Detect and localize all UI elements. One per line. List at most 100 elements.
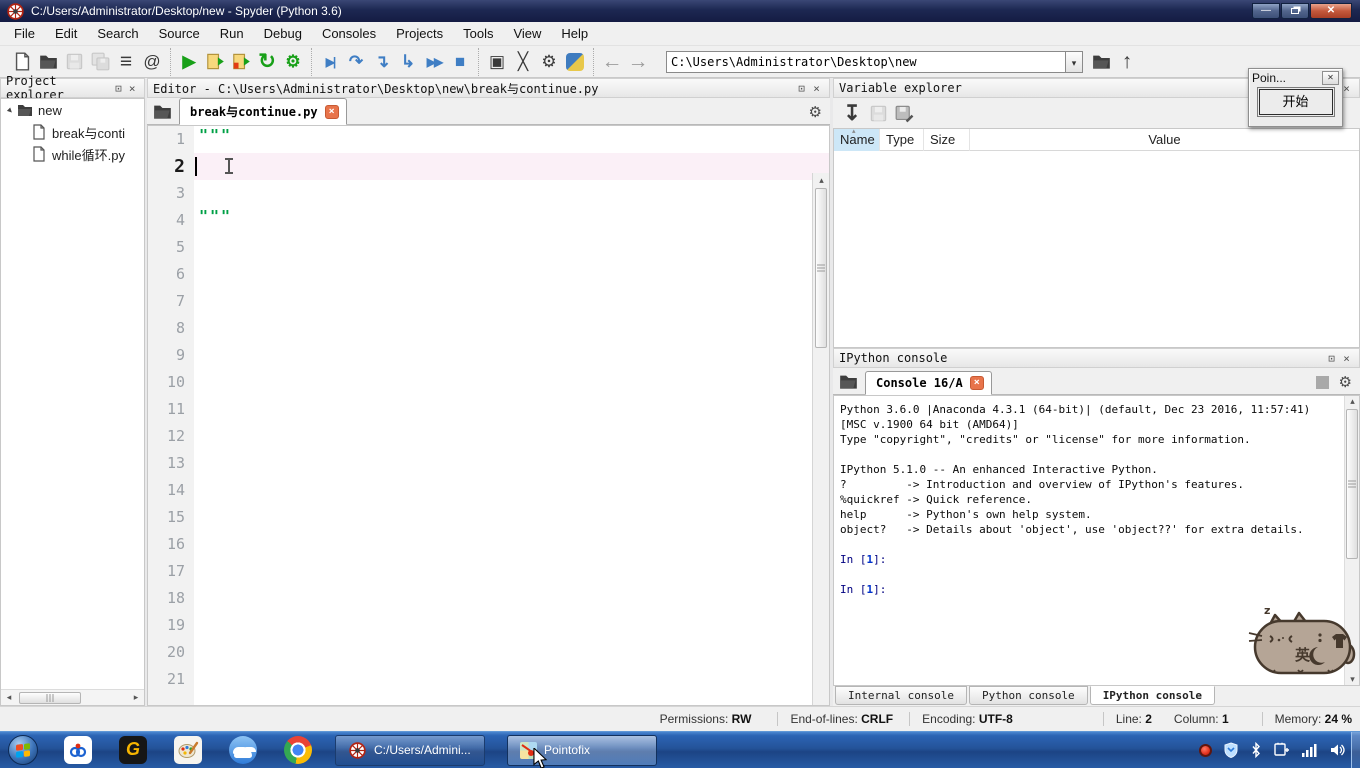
step-button[interactable]: ↷ (343, 49, 369, 75)
code-line[interactable] (194, 504, 829, 531)
forward-button[interactable]: → (625, 49, 651, 75)
bluetooth-tray-icon[interactable] (1250, 742, 1262, 758)
editor-tab[interactable]: break与continue.py × (179, 98, 347, 125)
editor-vertical-scrollbar[interactable]: ▴ (812, 173, 829, 705)
line-number[interactable]: 3 (148, 180, 194, 207)
tab-ipython-console[interactable]: IPython console (1089, 686, 1216, 705)
signal-strength-tray-icon[interactable] (1301, 742, 1318, 758)
run-configuration-button[interactable]: ⚙ (280, 49, 306, 75)
network-tray-icon[interactable] (1273, 742, 1290, 758)
line-number[interactable]: 10 (148, 369, 194, 396)
run-cell-advance-button[interactable] (228, 49, 254, 75)
column-header-type[interactable]: Type (880, 128, 924, 151)
menu-file[interactable]: File (4, 24, 45, 43)
float-pane-icon[interactable]: ⊡ (1324, 352, 1339, 365)
taskbar-chrome-icon[interactable] (283, 735, 313, 765)
show-desktop-button[interactable] (1351, 731, 1360, 768)
python-path-button[interactable] (562, 49, 588, 75)
line-number[interactable]: 5 (148, 234, 194, 261)
console-options-gear-icon[interactable]: ⚙ (1339, 373, 1352, 391)
pointofix-start-button[interactable]: 开始 (1256, 87, 1335, 117)
console-prompt[interactable]: In [1]: (840, 552, 1357, 567)
close-pane-icon[interactable]: × (1339, 352, 1354, 365)
code-line[interactable] (194, 450, 829, 477)
back-button[interactable]: ← (599, 49, 625, 75)
browse-tabs-button[interactable] (835, 369, 861, 393)
new-file-button[interactable] (9, 49, 35, 75)
symbol-finder-button[interactable]: @ (139, 49, 165, 75)
code-line[interactable]: """ (194, 126, 829, 153)
security-shield-tray-icon[interactable] (1223, 742, 1239, 758)
line-number[interactable]: 21 (148, 666, 194, 693)
line-number[interactable]: 9 (148, 342, 194, 369)
code-line[interactable] (194, 342, 829, 369)
minimize-button[interactable]: — (1252, 3, 1280, 19)
code-line[interactable] (194, 234, 829, 261)
line-number[interactable]: 11 (148, 396, 194, 423)
parent-directory-button[interactable]: ↑ (1114, 49, 1140, 75)
run-button[interactable]: ▶ (176, 49, 202, 75)
code-line[interactable] (194, 288, 829, 315)
close-tab-icon[interactable]: × (969, 376, 984, 390)
save-data-as-button[interactable] (891, 101, 917, 125)
line-number[interactable]: 20 (148, 639, 194, 666)
code-lines[interactable]: """ """ (194, 126, 829, 705)
expand-triangle-icon[interactable]: ▼ (4, 103, 17, 117)
console-prompt[interactable]: In [1]: (840, 582, 1357, 597)
close-tab-icon[interactable]: × (324, 104, 339, 119)
line-number[interactable]: 18 (148, 585, 194, 612)
interrupt-kernel-icon[interactable] (1315, 375, 1329, 389)
line-number[interactable]: 1 (148, 126, 194, 153)
taskbar-paint-icon[interactable] (173, 735, 203, 765)
taskbar-netdisk-icon[interactable] (63, 735, 93, 765)
pointofix-title-bar[interactable]: Poin... ✕ (1249, 69, 1342, 87)
code-line[interactable] (194, 423, 829, 450)
project-file-item[interactable]: while循环.py (1, 143, 144, 165)
working-directory-input[interactable] (666, 50, 1066, 73)
volume-tray-icon[interactable] (1329, 742, 1345, 758)
project-file-item[interactable]: break与conti (1, 121, 144, 143)
project-root-folder[interactable]: ▼ new (1, 99, 144, 121)
step-return-button[interactable]: ↳ (395, 49, 421, 75)
menu-projects[interactable]: Projects (386, 24, 453, 43)
code-line[interactable] (194, 477, 829, 504)
menu-source[interactable]: Source (149, 24, 210, 43)
menu-run[interactable]: Run (210, 24, 254, 43)
line-number[interactable]: 15 (148, 504, 194, 531)
scroll-up-icon[interactable]: ▴ (1345, 396, 1360, 407)
line-number[interactable]: 12 (148, 423, 194, 450)
code-line[interactable] (194, 261, 829, 288)
maximize-pane-button[interactable]: ▣ (484, 49, 510, 75)
column-header-size[interactable]: Size (924, 128, 970, 151)
menu-view[interactable]: View (503, 24, 551, 43)
browse-tabs-button[interactable] (149, 99, 175, 123)
code-line[interactable] (194, 396, 829, 423)
line-number[interactable]: 19 (148, 612, 194, 639)
code-line[interactable]: """ (194, 207, 829, 234)
import-data-button[interactable]: ↧ (839, 101, 865, 125)
step-into-button[interactable]: ↴ (369, 49, 395, 75)
code-line[interactable] (194, 531, 829, 558)
stop-debug-button[interactable]: ■ (447, 49, 473, 75)
line-number[interactable]: 17 (148, 558, 194, 585)
line-number[interactable]: 4 (148, 207, 194, 234)
tab-internal-console[interactable]: Internal console (835, 686, 967, 705)
taskbar-button-pointofix[interactable]: Pointofix (507, 734, 657, 768)
file-switcher-button[interactable]: ≡ (113, 49, 139, 75)
scrollbar-thumb[interactable] (1346, 409, 1358, 559)
menu-help[interactable]: Help (551, 24, 598, 43)
close-pane-icon[interactable]: × (809, 82, 824, 95)
ime-cat-sticker[interactable]: z z 英 (1248, 602, 1358, 685)
tab-python-console[interactable]: Python console (968, 686, 1088, 705)
browse-directory-button[interactable] (1088, 49, 1114, 75)
editor-options-gear-icon[interactable]: ⚙ (809, 103, 822, 121)
code-line[interactable] (194, 558, 829, 585)
pointofix-close-icon[interactable]: ✕ (1322, 71, 1339, 85)
taskbar-browser-icon[interactable] (228, 735, 258, 765)
line-number[interactable]: 8 (148, 315, 194, 342)
line-number[interactable]: 7 (148, 288, 194, 315)
code-line[interactable] (194, 315, 829, 342)
scrollbar-thumb[interactable] (19, 691, 81, 704)
code-line[interactable] (194, 153, 829, 180)
close-pane-icon[interactable]: × (125, 82, 139, 95)
